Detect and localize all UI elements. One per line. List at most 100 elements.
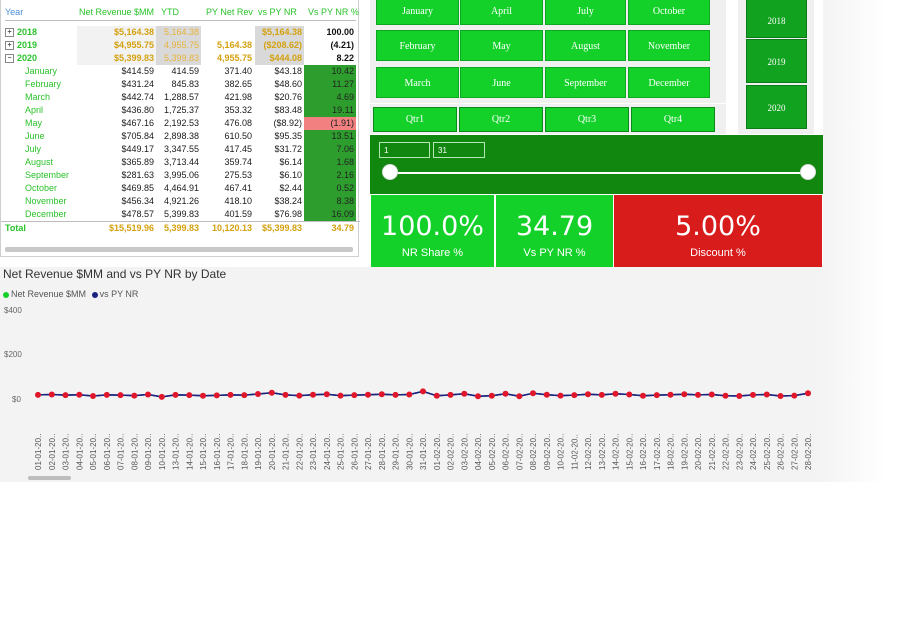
data-point-net-revenue[interactable] — [200, 392, 206, 399]
table-month-row[interactable]: October $469.85 4,464.91 467.41 $2.44 0.… — [1, 182, 360, 195]
data-point-net-revenue[interactable] — [433, 392, 440, 399]
month-slicer-december[interactable]: December — [628, 67, 710, 98]
month-label[interactable]: January — [5, 65, 77, 78]
table-year-row[interactable]: +2019 $4,955.75 4,955.75 5,164.38 ($208.… — [1, 39, 360, 52]
data-point-net-revenue[interactable] — [640, 392, 646, 399]
month-slicer-october[interactable]: October — [628, 0, 710, 25]
data-point-net-revenue[interactable] — [296, 392, 303, 399]
data-point-net-revenue[interactable] — [447, 391, 454, 398]
data-point-net-revenue[interactable] — [255, 391, 261, 397]
data-point-net-revenue[interactable] — [378, 391, 385, 398]
month-label[interactable]: December — [5, 208, 77, 221]
data-point-net-revenue[interactable] — [76, 391, 83, 398]
table-month-row[interactable]: December $478.57 5,399.83 401.59 $76.98 … — [1, 208, 360, 221]
data-point-net-revenue[interactable] — [351, 392, 358, 399]
data-point-net-revenue[interactable] — [598, 391, 605, 398]
data-point-net-revenue[interactable] — [750, 391, 756, 398]
month-slicer-april[interactable]: April — [460, 0, 543, 25]
month-slicer-june[interactable]: June — [460, 67, 543, 98]
data-point-net-revenue[interactable] — [145, 391, 151, 398]
data-point-net-revenue[interactable] — [708, 391, 715, 398]
quarter-slicer-qtr1[interactable]: Qtr1 — [373, 107, 457, 132]
month-label[interactable]: March — [5, 91, 77, 104]
data-point-net-revenue[interactable] — [35, 391, 41, 398]
data-point-net-revenue[interactable] — [268, 389, 275, 396]
month-label[interactable]: February — [5, 78, 77, 91]
data-point-net-revenue[interactable] — [310, 391, 316, 398]
data-point-net-revenue[interactable] — [62, 392, 69, 399]
data-point-net-revenue[interactable] — [763, 391, 770, 398]
data-point-net-revenue[interactable] — [392, 391, 399, 398]
year-label[interactable]: −2020 — [5, 52, 77, 65]
quarter-slicer-qtr3[interactable]: Qtr3 — [545, 107, 629, 132]
data-point-net-revenue[interactable] — [571, 392, 578, 399]
quarter-slicer-qtr2[interactable]: Qtr2 — [459, 107, 543, 132]
data-point-net-revenue[interactable] — [365, 391, 371, 398]
data-point-net-revenue[interactable] — [241, 392, 248, 399]
col-header-py-net-rev[interactable]: PY Net Rev — [206, 6, 260, 19]
month-label[interactable]: September — [5, 169, 77, 182]
col-header-vs-py-nr[interactable]: vs PY NR — [258, 6, 307, 19]
expand-icon[interactable]: + — [5, 41, 14, 51]
month-label[interactable]: June — [5, 130, 77, 143]
legend-vs-py[interactable]: vs PY NR — [100, 289, 139, 299]
data-point-net-revenue[interactable] — [488, 392, 495, 399]
month-label[interactable]: November — [5, 195, 77, 208]
col-header-vs-py-pct[interactable]: Vs PY NR % — [308, 6, 360, 19]
data-point-net-revenue[interactable] — [516, 393, 523, 400]
month-slicer-september[interactable]: September — [545, 67, 626, 98]
data-point-net-revenue[interactable] — [213, 392, 220, 399]
month-slicer-november[interactable]: November — [628, 30, 710, 61]
data-point-net-revenue[interactable] — [722, 392, 729, 399]
data-point-net-revenue[interactable] — [626, 391, 633, 398]
table-month-row[interactable]: September $281.63 3,995.06 275.53 $6.10 … — [1, 169, 360, 182]
data-point-net-revenue[interactable] — [117, 392, 124, 399]
slider-start-handle[interactable] — [382, 164, 398, 180]
data-point-net-revenue[interactable] — [48, 391, 55, 398]
month-slicer-august[interactable]: August — [545, 30, 626, 61]
table-month-row[interactable]: February $431.24 845.83 382.65 $48.60 11… — [1, 78, 360, 91]
data-point-net-revenue[interactable] — [131, 392, 138, 399]
year-slicer-2018[interactable]: 2018 — [746, 0, 807, 38]
expand-icon[interactable]: − — [5, 54, 14, 64]
slider-end-handle[interactable] — [800, 164, 816, 180]
data-point-net-revenue[interactable] — [502, 390, 509, 397]
month-slicer-may[interactable]: May — [460, 30, 543, 61]
table-month-row[interactable]: July $449.17 3,347.55 417.45 $31.72 7.06 — [1, 143, 360, 156]
day-to-input[interactable]: 31 — [433, 142, 485, 158]
data-point-net-revenue[interactable] — [585, 391, 591, 398]
data-point-net-revenue[interactable] — [667, 391, 674, 398]
col-header-year[interactable]: Year — [5, 6, 77, 19]
year-slicer-2020[interactable]: 2020 — [746, 85, 807, 129]
data-point-net-revenue[interactable] — [337, 392, 344, 399]
data-point-net-revenue[interactable] — [158, 393, 165, 400]
data-point-net-revenue[interactable] — [805, 390, 811, 397]
table-month-row[interactable]: March $442.74 1,288.57 421.98 $20.76 4.6… — [1, 91, 360, 104]
data-point-net-revenue[interactable] — [475, 393, 481, 400]
month-slicer-january[interactable]: January — [376, 0, 459, 25]
data-point-net-revenue[interactable] — [612, 390, 619, 397]
table-horizontal-scrollbar[interactable] — [5, 247, 353, 252]
month-slicer-march[interactable]: March — [376, 67, 459, 98]
col-header-net-revenue[interactable]: Net Revenue $MM — [77, 6, 156, 19]
slider-track[interactable] — [390, 172, 808, 174]
data-point-net-revenue[interactable] — [227, 391, 234, 398]
quarter-slicer-qtr4[interactable]: Qtr4 — [631, 107, 715, 132]
month-label[interactable]: May — [5, 117, 77, 130]
data-point-net-revenue[interactable] — [543, 391, 550, 398]
year-slicer-2019[interactable]: 2019 — [746, 39, 807, 83]
table-month-row[interactable]: November $456.34 4,921.26 418.10 $38.24 … — [1, 195, 360, 208]
month-label[interactable]: August — [5, 156, 77, 169]
data-point-net-revenue[interactable] — [681, 391, 688, 398]
year-label[interactable]: +2018 — [5, 26, 77, 39]
data-point-net-revenue[interactable] — [777, 393, 784, 399]
table-month-row[interactable]: April $436.80 1,725.37 353.32 $83.48 19.… — [1, 104, 360, 117]
data-point-net-revenue[interactable] — [282, 391, 289, 398]
legend-net-revenue[interactable]: Net Revenue $MM — [11, 289, 86, 299]
data-point-net-revenue[interactable] — [103, 391, 110, 398]
data-point-net-revenue[interactable] — [406, 391, 413, 398]
data-point-net-revenue[interactable] — [695, 391, 701, 398]
col-header-ytd[interactable]: YTD — [161, 6, 206, 19]
year-label[interactable]: +2019 — [5, 39, 77, 52]
table-year-row[interactable]: −2020 $5,399.83 5,399.83 4,955.75 $444.0… — [1, 52, 360, 65]
